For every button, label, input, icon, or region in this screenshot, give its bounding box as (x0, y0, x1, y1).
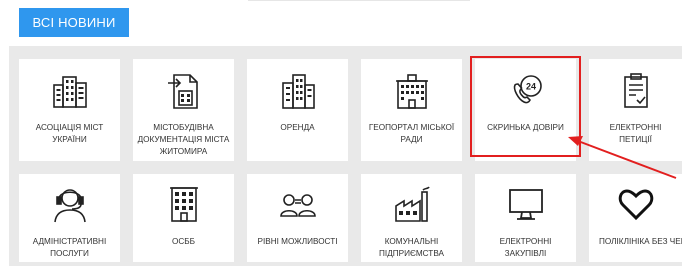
tile-label: ГЕОПОРТАЛ МІСЬКОЇ РАДИ (368, 123, 455, 144)
tile-label: МІСТОБУДІВНА ДОКУМЕНТАЦІЯ МІСТА ЖИТОМИРА (137, 123, 230, 156)
tile-e-petitions[interactable]: ЕЛЕКТРОННІ ПЕТИЦІЇ (589, 59, 682, 161)
tile-e-procurement[interactable]: ЕЛЕКТРОННІ ЗАКУПІВЛІ (475, 174, 576, 262)
city-buildings-icon (52, 76, 87, 108)
factory-icon (394, 186, 430, 222)
tile-label: ОРЕНДА (280, 123, 315, 132)
tile-municipal-enterprises[interactable]: КОМУНАЛЬНІ ПІДПРИЄМСТВА (361, 174, 462, 262)
tile-rent[interactable]: ОРЕНДА (247, 59, 348, 161)
tile-trust-box[interactable]: 24 СКРИНЬКА ДОВІРИ (475, 59, 576, 161)
tile-label: КОМУНАЛЬНІ ПІДПРИЄМСТВА (379, 237, 444, 258)
heart-icon (618, 189, 653, 221)
tile-label: ЕЛЕКТРОННІ ПЕТИЦІЇ (609, 123, 662, 144)
all-news-button[interactable]: ВСІ НОВИНИ (19, 8, 129, 37)
tile-label: СКРИНЬКА ДОВІРИ (487, 123, 564, 132)
operator-headset-icon (53, 189, 86, 223)
tile-label: ОСББ (171, 237, 196, 246)
city-hall-icon (395, 74, 428, 109)
tile-geoportal[interactable]: ГЕОПОРТАЛ МІСЬКОЇ РАДИ (361, 59, 462, 161)
tile-admin-services[interactable]: АДМІНІСТРАТИВНІ ПОСЛУГИ (19, 174, 120, 262)
tile-label: РІВНІ МОЖЛИВОСТІ (257, 237, 338, 246)
tile-equal-opportunities[interactable]: РІВНІ МОЖЛИВОСТІ (247, 174, 348, 262)
building-document-icon (167, 74, 198, 109)
top-divider (248, 0, 470, 1)
tile-label: АДМІНІСТРАТИВНІ ПОСЛУГИ (32, 237, 107, 258)
tile-clinic-no-queue[interactable]: ПОЛІКЛІНІКА БЕЗ ЧЕРГ (589, 174, 682, 262)
tile-label: ПОЛІКЛІНІКА БЕЗ ЧЕРГ (599, 237, 682, 246)
people-equal-icon (279, 194, 316, 217)
tile-osbb[interactable]: ОСББ (133, 174, 234, 262)
tile-label: ЕЛЕКТРОННІ ЗАКУПІВЛІ (499, 237, 552, 258)
office-buildings-icon (281, 74, 315, 109)
phone-24-icon: 24 (513, 75, 542, 104)
monitor-icon (508, 189, 543, 220)
tile-urban-planning[interactable]: МІСТОБУДІВНА ДОКУМЕНТАЦІЯ МІСТА ЖИТОМИРА (133, 59, 234, 161)
apartment-building-icon (169, 187, 198, 222)
clipboard-check-icon (623, 73, 648, 108)
svg-text:24: 24 (525, 82, 535, 92)
tile-cities-association[interactable]: АСОЦІАЦІЯ МІСТ УКРАЇНИ (19, 59, 120, 161)
tile-label: АСОЦІАЦІЯ МІСТ УКРАЇНИ (35, 123, 104, 144)
